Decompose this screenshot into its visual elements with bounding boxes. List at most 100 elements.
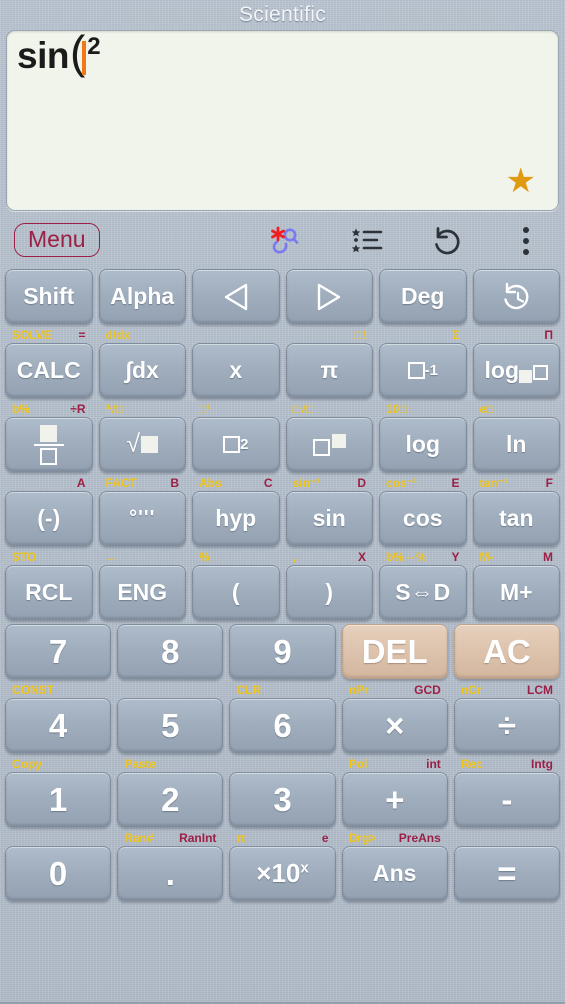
- label-right: A: [76, 476, 86, 490]
- calculator-display[interactable]: sin(2 ★: [6, 30, 559, 211]
- key-7[interactable]: 7: [5, 624, 112, 679]
- key-2[interactable]: 2: [117, 772, 224, 827]
- key-history[interactable]: [472, 269, 560, 324]
- star-icon[interactable]: ★: [506, 164, 536, 198]
- key-divide[interactable]: ÷: [453, 698, 561, 753]
- label-left: b%⇔%: [386, 550, 427, 564]
- key-ac[interactable]: AC: [453, 624, 561, 679]
- label-cell: πe: [229, 826, 335, 845]
- search-formula-icon[interactable]: [262, 221, 308, 261]
- label-right: C: [263, 476, 273, 490]
- key-4[interactable]: 4: [5, 698, 112, 753]
- key-reciprocal[interactable]: -1: [379, 343, 467, 398]
- key-cos[interactable]: cos: [379, 491, 467, 546]
- key-right-arrow[interactable]: [285, 269, 373, 324]
- label-left: ³√□: [105, 402, 124, 416]
- key-minus[interactable]: -: [453, 772, 561, 827]
- label-right: Intg: [531, 757, 554, 771]
- key-square[interactable]: 2: [192, 417, 280, 472]
- label-left: CLR: [236, 683, 262, 697]
- label-cell: □!: [286, 323, 374, 342]
- label-cell: Paste: [117, 752, 223, 771]
- expression-text: sin(2: [17, 31, 101, 75]
- label-left: d/dx: [105, 328, 131, 342]
- key-decimal-point[interactable]: .: [117, 846, 224, 901]
- key-equals[interactable]: =: [453, 846, 561, 901]
- label-cell: □³: [192, 397, 280, 416]
- key-variable-x[interactable]: x: [192, 343, 280, 398]
- key-square-root[interactable]: √: [98, 417, 186, 472]
- key-log-base[interactable]: log: [472, 343, 560, 398]
- label-left: Rec: [460, 757, 483, 771]
- key-memory-plus[interactable]: M+: [472, 565, 560, 620]
- key-calc[interactable]: CALC: [5, 343, 93, 398]
- label-left: tan⁻¹: [479, 476, 508, 490]
- list-icon[interactable]: [345, 221, 391, 261]
- key-0[interactable]: 0: [5, 846, 112, 901]
- key-multiply[interactable]: ×: [341, 698, 448, 753]
- key-s-to-d[interactable]: S⇔D: [379, 565, 467, 620]
- label-cell: [5, 826, 111, 845]
- key-integral[interactable]: ∫dx: [98, 343, 186, 398]
- key-close-paren[interactable]: ): [285, 565, 373, 620]
- key-plus[interactable]: +: [341, 772, 448, 827]
- key-degrees-minutes-seconds[interactable]: °''': [98, 491, 186, 546]
- key-3[interactable]: 3: [229, 772, 336, 827]
- label-cell: SOLVE =: [5, 323, 93, 342]
- menu-button[interactable]: Menu: [14, 222, 100, 258]
- undo-icon[interactable]: [424, 221, 470, 261]
- label-cell: ←: [99, 545, 187, 564]
- label-cell: e□: [473, 397, 561, 416]
- fraction-glyph: [33, 424, 64, 465]
- label-cell: nPr GCD: [342, 678, 448, 697]
- label-left: 10□: [386, 402, 407, 416]
- key-del[interactable]: DEL: [341, 624, 448, 679]
- key-times-ten-power[interactable]: ×10x: [229, 846, 336, 901]
- key-sin[interactable]: sin: [285, 491, 373, 546]
- key-ln[interactable]: ln: [472, 417, 560, 472]
- base-box: [519, 370, 532, 383]
- key-power[interactable]: [285, 417, 373, 472]
- more-options-icon[interactable]: [508, 221, 544, 261]
- label-cell: tan⁻¹ F: [473, 471, 561, 490]
- text-cursor: [82, 41, 87, 75]
- label-left: SOLVE: [12, 328, 52, 342]
- key-row: 0 . ×10x Ans =: [5, 846, 561, 901]
- key-log[interactable]: log: [379, 417, 467, 472]
- key-deg[interactable]: Deg: [379, 269, 467, 324]
- key-pi[interactable]: π: [285, 343, 373, 398]
- key-eng[interactable]: ENG: [98, 565, 186, 620]
- label-left: Ran#: [124, 831, 154, 845]
- log-text: log: [484, 357, 520, 383]
- key-1[interactable]: 1: [5, 772, 112, 827]
- label-row: SOLVE = d/dx □! Σ Π: [5, 324, 560, 343]
- key-5[interactable]: 5: [117, 698, 224, 753]
- key-row: 7 8 9 DEL AC: [5, 624, 561, 679]
- key-8[interactable]: 8: [117, 624, 224, 679]
- expression-superscript: 2: [87, 33, 101, 60]
- key-negative[interactable]: (-): [5, 491, 93, 546]
- key-left-arrow[interactable]: [192, 269, 280, 324]
- key-hyp[interactable]: hyp: [192, 491, 280, 546]
- label-cell: %: [192, 545, 280, 564]
- key-alpha[interactable]: Alpha: [98, 269, 186, 324]
- exponent-box: [331, 433, 346, 448]
- label-right: X: [357, 550, 366, 564]
- key-fraction[interactable]: [5, 417, 93, 472]
- label-row: Ran# RanInt πe Drg> PreAns: [5, 827, 560, 846]
- label-cell: CONST: [5, 678, 111, 697]
- label-right: int: [426, 757, 441, 771]
- label-cell: □√□: [286, 397, 374, 416]
- key-6[interactable]: 6: [229, 698, 336, 753]
- key-shift[interactable]: Shift: [5, 269, 93, 324]
- key-rcl[interactable]: RCL: [5, 565, 93, 620]
- key-ans[interactable]: Ans: [341, 846, 448, 901]
- label-cell: b% ÷R: [5, 397, 93, 416]
- label-right: D: [357, 476, 366, 490]
- label-right: B: [170, 476, 179, 490]
- key-tan[interactable]: tan: [472, 491, 560, 546]
- key-9[interactable]: 9: [229, 624, 336, 679]
- key-open-paren[interactable]: (: [192, 565, 280, 620]
- label-left: FACT: [105, 476, 137, 490]
- label-right: Π: [544, 328, 553, 342]
